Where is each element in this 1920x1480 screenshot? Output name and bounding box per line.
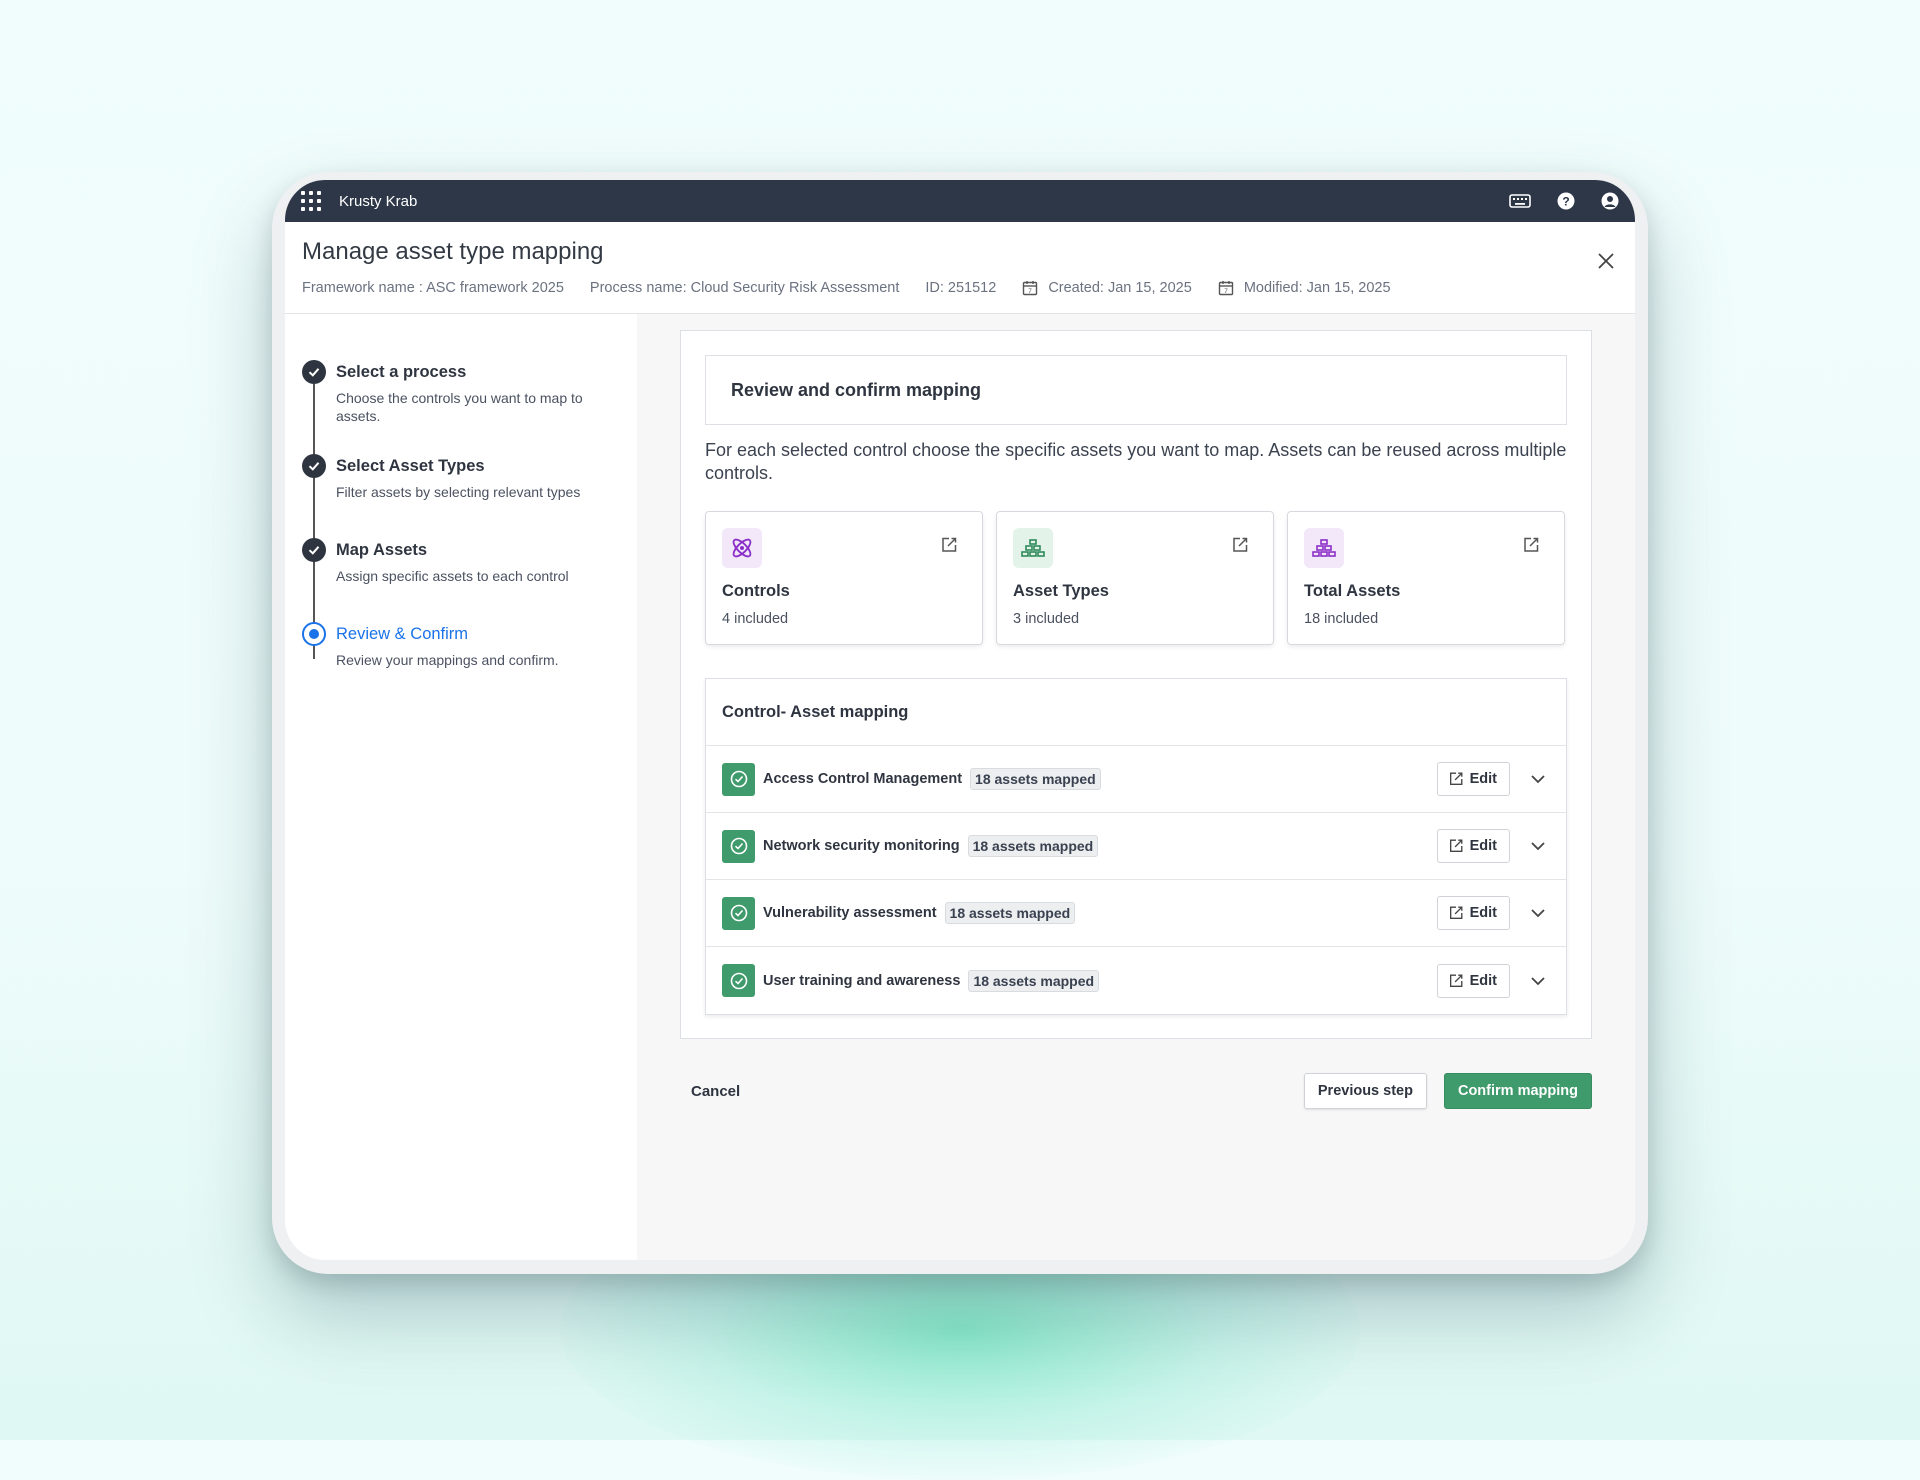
brand-name: Krusty Krab [339, 192, 418, 210]
created-date: 7 Created: Jan 15, 2025 [1022, 280, 1192, 296]
check-circle-icon [722, 762, 755, 796]
svg-text:?: ? [1562, 195, 1569, 209]
step-title: Map Assets [336, 541, 428, 559]
step-title: Review & Confirm [336, 625, 469, 643]
modified-date-text: Modified: Jan 15, 2025 [1243, 280, 1391, 296]
edit-label: Edit [1469, 972, 1497, 989]
edit-icon[interactable] [940, 536, 958, 559]
created-date-text: Created: Jan 15, 2025 [1048, 280, 1192, 296]
chevron-down-icon[interactable] [1530, 908, 1546, 918]
control-name: Network security monitoring [763, 838, 960, 854]
step-description: Review your mappings and confirm. [336, 652, 559, 668]
step-description: Choose the controls you want to map to a… [336, 390, 583, 424]
chevron-down-icon[interactable] [1530, 774, 1546, 784]
card-count: 18 included [1304, 611, 1379, 627]
assets-mapped-badge: 18 assets mapped [970, 768, 1101, 790]
edit-icon [1449, 772, 1463, 785]
edit-icon [1449, 839, 1463, 852]
stepper: Select a process Choose the controls you… [285, 314, 637, 1260]
edit-icon [1449, 906, 1463, 919]
review-description: For each selected control choose the spe… [705, 440, 1567, 483]
mapping-row: User training and awareness 18 assets ma… [706, 947, 1566, 1014]
check-circle-icon [722, 896, 755, 930]
meta-info: Framework name : ASC framework 2025 Proc… [302, 280, 1618, 296]
top-bar: Krusty Krab ? [285, 180, 1635, 222]
calendar-icon: 7 [1023, 281, 1038, 296]
mapping-heading: Control- Asset mapping [706, 679, 1566, 746]
step-map-assets[interactable]: Map Assets Assign specific assets to eac… [302, 538, 637, 585]
card-count: 4 included [722, 611, 789, 627]
step-title: Select a process [336, 363, 467, 381]
step-description: Assign specific assets to each control [336, 568, 569, 584]
svg-text:7: 7 [1224, 288, 1228, 295]
calendar-icon: 7 [1218, 281, 1234, 296]
edit-mapping-button[interactable]: Edit [1436, 963, 1510, 998]
card-count: 3 included [1013, 611, 1080, 627]
summary-cards: Controls 4 included Asset Types 3 includ… [705, 511, 1567, 645]
control-name: Vulnerability assessment [763, 905, 937, 921]
card-asset-types: Asset Types 3 included [996, 511, 1274, 645]
edit-icon[interactable] [1231, 536, 1249, 559]
stepper-line [313, 384, 315, 659]
stack-icon [1013, 528, 1053, 568]
assets-mapped-badge: 18 assets mapped [968, 969, 1100, 992]
card-title: Controls [722, 582, 790, 600]
close-icon[interactable] [1597, 252, 1615, 275]
edit-icon [1449, 974, 1463, 987]
edit-icon[interactable] [1522, 536, 1540, 559]
svg-text:7: 7 [1029, 288, 1033, 295]
app-screen: Krusty Krab ? Manage asset type mapping … [285, 180, 1635, 1260]
app-launcher-icon[interactable] [301, 191, 321, 211]
cancel-button[interactable]: Cancel [691, 1083, 740, 1100]
edit-mapping-button[interactable]: Edit [1436, 829, 1510, 863]
edit-mapping-button[interactable]: Edit [1436, 896, 1510, 930]
step-title: Select Asset Types [336, 457, 485, 475]
review-panel: Review and confirm mapping For each sele… [680, 330, 1592, 1039]
control-name: User training and awareness [763, 972, 961, 989]
control-asset-mapping: Control- Asset mapping Access Control Ma… [705, 678, 1567, 1015]
atom-icon [722, 528, 762, 568]
page-title: Manage asset type mapping [302, 238, 604, 265]
check-circle-icon [722, 964, 755, 997]
edit-label: Edit [1469, 905, 1497, 921]
edit-label: Edit [1469, 771, 1497, 787]
step-select-process[interactable]: Select a process Choose the controls you… [302, 360, 637, 425]
step-check-icon [302, 454, 326, 478]
check-circle-icon [722, 829, 755, 863]
mapping-row: Network security monitoring 18 assets ma… [706, 813, 1566, 880]
process-name: Process name: Cloud Security Risk Assess… [589, 280, 900, 296]
assets-mapped-badge: 18 assets mapped [944, 902, 1076, 924]
main-content: Review and confirm mapping For each sele… [637, 314, 1635, 1260]
step-check-icon [302, 538, 326, 562]
step-description: Filter assets by selecting relevant type… [336, 484, 581, 500]
mapping-row: Access Control Management 18 assets mapp… [706, 746, 1566, 813]
card-total-assets: Total Assets 18 included [1287, 511, 1565, 645]
edit-label: Edit [1469, 838, 1497, 854]
step-active-icon [302, 622, 326, 646]
help-icon[interactable]: ? [1557, 192, 1575, 210]
card-title: Asset Types [1013, 582, 1109, 600]
card-title: Total Assets [1304, 582, 1401, 600]
review-heading: Review and confirm mapping [705, 355, 1567, 425]
step-review-confirm[interactable]: Review & Confirm Review your mappings an… [302, 622, 637, 669]
chevron-down-icon[interactable] [1530, 841, 1546, 851]
stack-icon [1304, 528, 1344, 568]
record-id: ID: 251512 [925, 280, 997, 296]
mapping-row: Vulnerability assessment 18 assets mappe… [706, 880, 1566, 947]
chevron-down-icon[interactable] [1530, 976, 1546, 986]
framework-name: Framework name : ASC framework 2025 [302, 280, 564, 296]
previous-step-button[interactable]: Previous step [1303, 1073, 1427, 1109]
step-select-asset-types[interactable]: Select Asset Types Filter assets by sele… [302, 454, 637, 501]
assets-mapped-badge: 18 assets mapped [967, 835, 1099, 857]
card-controls: Controls 4 included [705, 511, 983, 645]
page-header: Manage asset type mapping Framework name… [285, 222, 1635, 314]
edit-mapping-button[interactable]: Edit [1436, 762, 1510, 796]
keyboard-icon[interactable] [1509, 193, 1531, 209]
confirm-mapping-button[interactable]: Confirm mapping [1443, 1073, 1592, 1109]
footer-actions: Cancel Previous step Confirm mapping [680, 1073, 1592, 1109]
control-name: Access Control Management [763, 771, 963, 787]
step-check-icon [302, 360, 326, 384]
modified-date: 7 Modified: Jan 15, 2025 [1218, 280, 1391, 296]
user-avatar-icon[interactable] [1601, 192, 1619, 210]
